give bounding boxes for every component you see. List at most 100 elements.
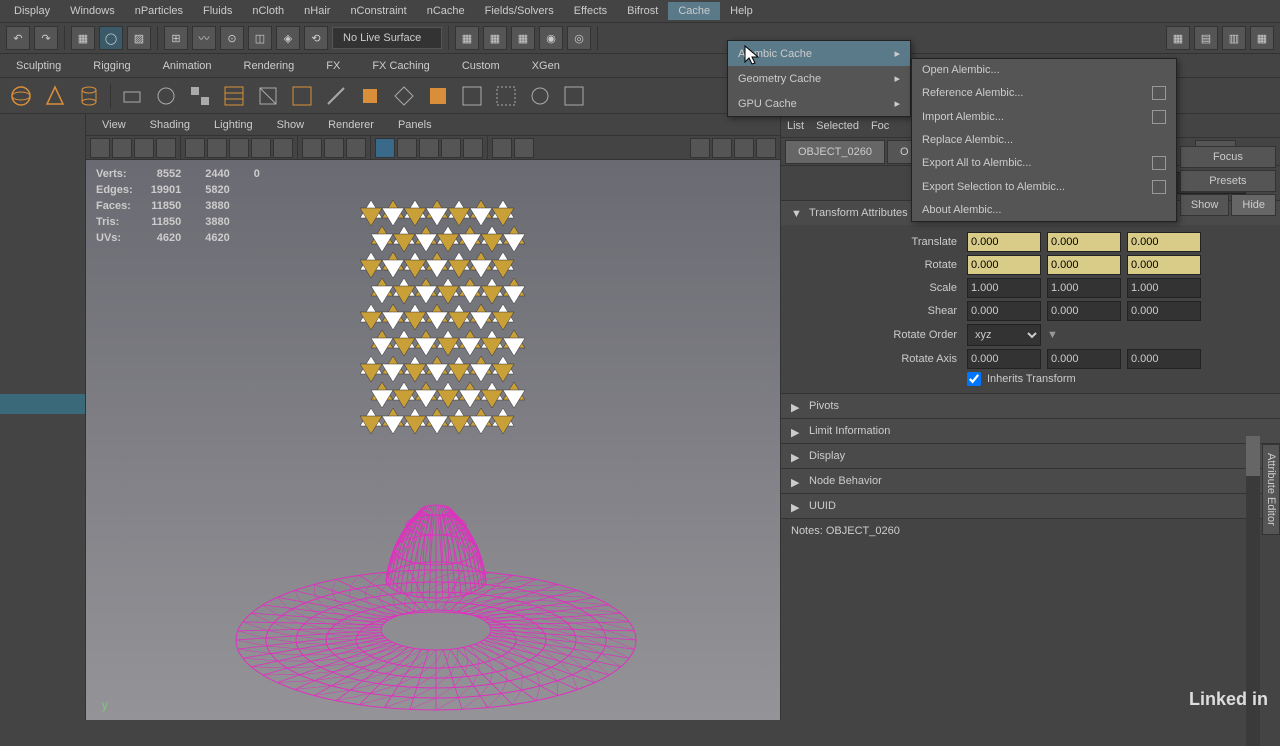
shelf-icon-16[interactable] xyxy=(525,81,555,111)
vp-tool-11[interactable] xyxy=(324,138,344,158)
snap-plane[interactable]: ◫ xyxy=(248,26,272,50)
panel-btn-2[interactable]: ▤ xyxy=(1194,26,1218,50)
shelf-tab-rigging[interactable]: Rigging xyxy=(77,56,146,76)
shelf-tab-fx[interactable]: FX xyxy=(310,56,356,76)
ae-section-uuid-header[interactable]: ▶UUID xyxy=(781,494,1280,518)
panel-btn-1[interactable]: ▦ xyxy=(1166,26,1190,50)
shelf-icon-13[interactable] xyxy=(423,81,453,111)
shelf-tab-animation[interactable]: Animation xyxy=(147,56,228,76)
menu-ncloth[interactable]: nCloth xyxy=(242,2,294,20)
snap-live[interactable]: ◈ xyxy=(276,26,300,50)
rotate-axis-z-field[interactable] xyxy=(1127,349,1201,369)
vp-tool-6[interactable] xyxy=(207,138,227,158)
snap-point[interactable]: ⊙ xyxy=(220,26,244,50)
menu-nparticles[interactable]: nParticles xyxy=(125,2,193,20)
paint-tool[interactable]: ▨ xyxy=(127,26,151,50)
rotate-x-field[interactable] xyxy=(967,255,1041,275)
shelf-icon-17[interactable] xyxy=(559,81,589,111)
ae-section-pivots-header[interactable]: ▶Pivots xyxy=(781,394,1280,418)
vp-tool-13[interactable] xyxy=(375,138,395,158)
menu-fields/solvers[interactable]: Fields/Solvers xyxy=(475,2,564,20)
alembic-export-selection-to-alembic[interactable]: Export Selection to Alembic... xyxy=(912,175,1176,199)
ae-section-display-header[interactable]: ▶Display xyxy=(781,444,1280,468)
shelf-icon-12[interactable] xyxy=(389,81,419,111)
shelf-tab-rendering[interactable]: Rendering xyxy=(228,56,311,76)
redo-button[interactable]: ↷ xyxy=(34,26,58,50)
vp-tool-15[interactable] xyxy=(419,138,439,158)
menu-windows[interactable]: Windows xyxy=(60,2,125,20)
vp-menu-lighting[interactable]: Lighting xyxy=(202,116,265,134)
shelf-icon-10[interactable] xyxy=(321,81,351,111)
shelf-icon-15[interactable] xyxy=(491,81,521,111)
option-box-icon[interactable] xyxy=(1152,180,1166,194)
ae-section-node-behavior-header[interactable]: ▶Node Behavior xyxy=(781,469,1280,493)
vp-tool-12[interactable] xyxy=(346,138,366,158)
vp-tool-17[interactable] xyxy=(463,138,483,158)
vp-tool-20[interactable] xyxy=(690,138,710,158)
ae-presets-button[interactable]: Presets xyxy=(1180,170,1276,192)
ae-tab-object[interactable]: OBJECT_0260 xyxy=(785,140,885,164)
vp-tool-9[interactable] xyxy=(273,138,293,158)
vp-tool-1[interactable] xyxy=(90,138,110,158)
vp-tool-8[interactable] xyxy=(251,138,271,158)
vp-tool-16[interactable] xyxy=(441,138,461,158)
snap-toggle[interactable]: ⟲ xyxy=(304,26,328,50)
inherits-transform-checkbox[interactable] xyxy=(967,372,981,386)
translate-z-field[interactable] xyxy=(1127,232,1201,252)
alembic-import-alembic[interactable]: Import Alembic... xyxy=(912,105,1176,129)
undo-button[interactable]: ↶ xyxy=(6,26,30,50)
menu-nconstraint[interactable]: nConstraint xyxy=(340,2,416,20)
shelf-tab-fx-caching[interactable]: FX Caching xyxy=(356,56,445,76)
option-box-icon[interactable] xyxy=(1152,110,1166,124)
render-btn-4[interactable]: ◉ xyxy=(539,26,563,50)
alembic-about-alembic[interactable]: About Alembic... xyxy=(912,199,1176,221)
vp-menu-show[interactable]: Show xyxy=(265,116,317,134)
rotate-z-field[interactable] xyxy=(1127,255,1201,275)
render-btn-3[interactable]: ▦ xyxy=(511,26,535,50)
vp-tool-21[interactable] xyxy=(712,138,732,158)
shelf-icon-6[interactable] xyxy=(185,81,215,111)
attribute-editor-tab[interactable]: Attribute Editor xyxy=(1262,444,1280,535)
ae-section-limit-information-header[interactable]: ▶Limit Information xyxy=(781,419,1280,443)
shelf-icon-8[interactable] xyxy=(253,81,283,111)
menu-display[interactable]: Display xyxy=(4,2,60,20)
lasso-tool[interactable]: ◯ xyxy=(99,26,123,50)
alembic-export-all-to-alembic[interactable]: Export All to Alembic... xyxy=(912,151,1176,175)
menu-nhair[interactable]: nHair xyxy=(294,2,340,20)
ae-hide-button[interactable]: Hide xyxy=(1231,194,1276,216)
render-btn-1[interactable]: ▦ xyxy=(455,26,479,50)
scale-x-field[interactable] xyxy=(967,278,1041,298)
shelf-icon-4[interactable] xyxy=(117,81,147,111)
option-box-icon[interactable] xyxy=(1152,156,1166,170)
ae-show-button[interactable]: Show xyxy=(1180,194,1230,216)
viewport[interactable]: Verts:855224400Edges:199015820Faces:1185… xyxy=(86,160,780,720)
vp-tool-10[interactable] xyxy=(302,138,322,158)
alembic-replace-alembic[interactable]: Replace Alembic... xyxy=(912,129,1176,151)
cache-menu-geometry-cache[interactable]: Geometry Cache▸ xyxy=(728,66,910,91)
poly-sphere-icon[interactable] xyxy=(6,81,36,111)
vp-tool-19[interactable] xyxy=(514,138,534,158)
panel-btn-4[interactable]: ▦ xyxy=(1250,26,1274,50)
rotate-axis-y-field[interactable] xyxy=(1047,349,1121,369)
render-btn-2[interactable]: ▦ xyxy=(483,26,507,50)
ae-top-tab-list[interactable]: List xyxy=(787,120,804,132)
shear-z-field[interactable] xyxy=(1127,301,1201,321)
vp-tool-23[interactable] xyxy=(756,138,776,158)
shelf-icon-7[interactable] xyxy=(219,81,249,111)
rotate-order-select[interactable]: xyz xyxy=(967,324,1041,346)
snap-grid[interactable]: ⊞ xyxy=(164,26,188,50)
menu-cache[interactable]: Cache xyxy=(668,2,720,20)
shelf-tab-sculpting[interactable]: Sculpting xyxy=(0,56,77,76)
option-box-icon[interactable] xyxy=(1152,86,1166,100)
translate-x-field[interactable] xyxy=(967,232,1041,252)
shelf-tab-custom[interactable]: Custom xyxy=(446,56,516,76)
menu-fluids[interactable]: Fluids xyxy=(193,2,242,20)
alembic-reference-alembic[interactable]: Reference Alembic... xyxy=(912,81,1176,105)
ae-focus-button[interactable]: Focus xyxy=(1180,146,1276,168)
vp-tool-22[interactable] xyxy=(734,138,754,158)
snap-curve[interactable]: 〰 xyxy=(192,26,216,50)
render-btn-5[interactable]: ◎ xyxy=(567,26,591,50)
scale-y-field[interactable] xyxy=(1047,278,1121,298)
vp-tool-7[interactable] xyxy=(229,138,249,158)
vp-tool-2[interactable] xyxy=(112,138,132,158)
